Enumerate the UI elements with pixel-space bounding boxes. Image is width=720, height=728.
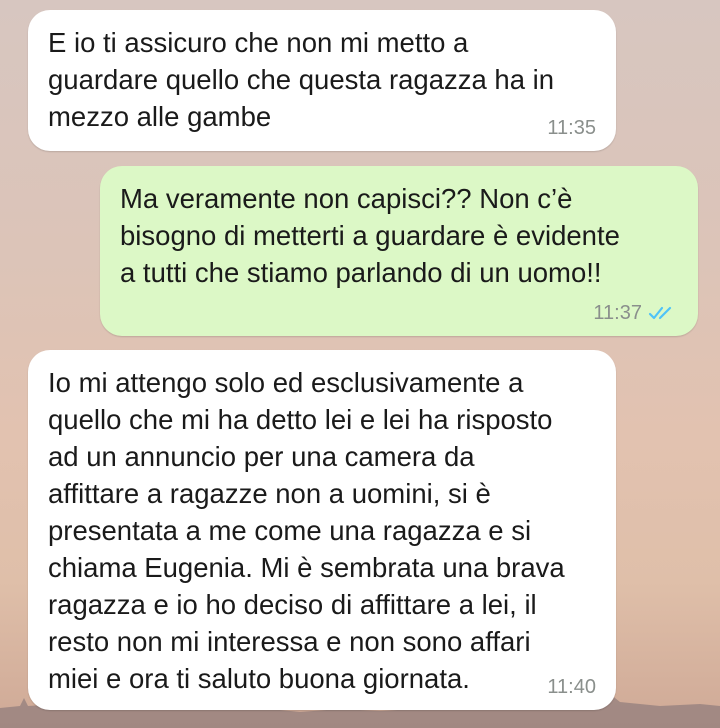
message-text: Io mi attengo solo ed esclusivamente a q… <box>48 367 565 694</box>
message-text: Ma veramente non capisci?? Non c’è bisog… <box>120 183 620 288</box>
message-bubble-incoming[interactable]: E io ti assicuro che non mi metto a guar… <box>28 10 616 151</box>
message-timestamp: 11:37 <box>593 302 642 324</box>
message-text: E io ti assicuro che non mi metto a guar… <box>48 27 555 132</box>
double-check-read-icon <box>648 306 672 320</box>
message-bubble-outgoing[interactable]: Ma veramente non capisci?? Non c’è bisog… <box>100 166 698 336</box>
message-meta: 11:40 <box>547 676 596 698</box>
message-meta: 11:35 <box>547 117 596 139</box>
message-meta: 11:37 <box>593 302 678 324</box>
message-timestamp: 11:35 <box>547 117 596 139</box>
message-bubble-incoming[interactable]: Io mi attengo solo ed esclusivamente a q… <box>28 350 616 710</box>
message-timestamp: 11:40 <box>547 676 596 698</box>
